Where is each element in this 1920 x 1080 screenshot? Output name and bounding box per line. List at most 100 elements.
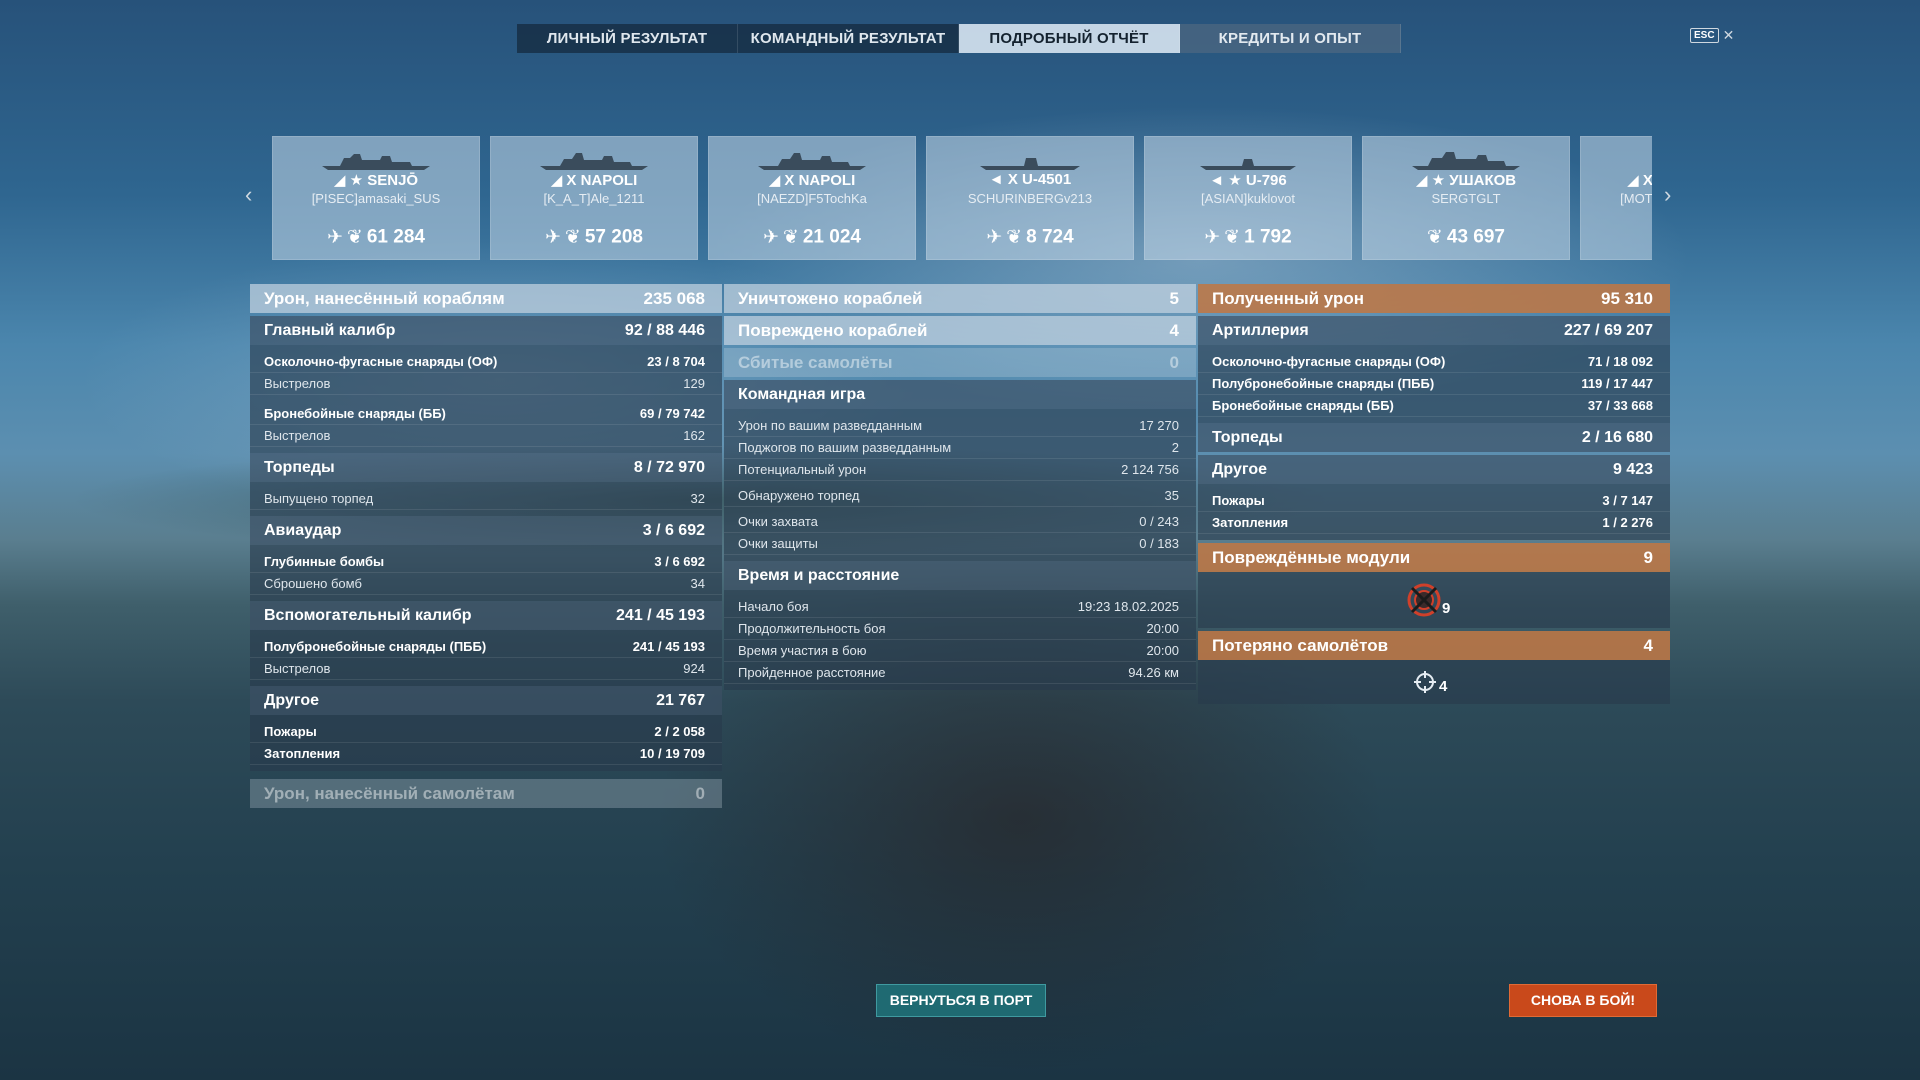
ship-silhouette-icon <box>540 153 648 170</box>
ship-class-icon: ◢ ★ <box>1415 172 1450 189</box>
ship-silhouette-icon <box>1200 159 1296 170</box>
spotting-fires-row: Поджогов по вашим разведданным 2 <box>724 437 1196 459</box>
planes-lost-box: 4 <box>1198 660 1670 704</box>
he-shots-row: Выстрелов 129 <box>250 373 722 395</box>
artillery-rows: Осколочно-фугасные снаряды (ОФ) 71 / 18 0… <box>1198 345 1670 423</box>
damage-received-panel: Полученный урон 95 310 Артиллерия 227 / 69… <box>1198 284 1670 704</box>
ship-card[interactable]: ◄ X U-4501 SCHURINBERGv213 ✈ ❦ 8 724 <box>926 136 1134 260</box>
time-distance-header: Время и расстояние <box>724 561 1196 590</box>
ship-score: ❦ 43 697 <box>1426 226 1506 248</box>
tab-team-result[interactable]: КОМАНДНЫЙ РЕЗУЛЬТАТ <box>738 24 959 53</box>
ship-score: ✈ ❦ 8 724 <box>986 226 1074 248</box>
ship-silhouette-icon <box>758 153 866 170</box>
floods-row: Затопления 10 / 19 709 <box>250 743 722 765</box>
laurel-icon: ❦ <box>782 227 799 248</box>
ap-received-row: Бронебойные снаряды (ББ) 37 / 33 668 <box>1198 395 1670 417</box>
tab-credits-xp[interactable]: КРЕДИТЫ И ОПЫТ <box>1180 24 1401 53</box>
ship-silhouette-icon <box>1412 152 1520 170</box>
player-name: [MOT4 <box>1620 191 1652 206</box>
ship-name: ◄ ★ U-796 <box>1209 172 1287 189</box>
ship-class-icon: ◄ <box>988 171 1008 188</box>
plane-icon: ✈ <box>327 227 343 248</box>
defense-points-row: Очки защиты 0 / 183 <box>724 533 1196 555</box>
ship-name: ◄ X U-4501 <box>988 171 1072 188</box>
planes-lost-header: Потеряно самолётов 4 <box>1198 631 1670 660</box>
close-control[interactable]: ESC ✕ <box>1690 27 1734 44</box>
module-count: 9 <box>1442 600 1451 617</box>
other-received-rows: Пожары 3 / 7 147 Затопления 1 / 2 276 <box>1198 484 1670 540</box>
tab-personal-result[interactable]: ЛИЧНЫЙ РЕЗУЛЬТАТ <box>517 24 738 53</box>
damaged-modules-box: 9 <box>1198 572 1670 628</box>
torpedoes-fired-row: Выпущено торпед 32 <box>250 488 722 510</box>
torpedoes-received-header: Торпеды 2 / 16 680 <box>1198 423 1670 452</box>
battle-again-button[interactable]: СНОВА В БОЙ! <box>1509 984 1657 1017</box>
tab-detailed-report[interactable]: ПОДРОБНЫЙ ОТЧЁТ <box>959 24 1180 53</box>
ship-score: ✈ ❦ 21 024 <box>763 226 861 248</box>
main-caliber-rows: Осколочно-фугасные снаряды (ОФ) 23 / 8 70… <box>250 345 722 453</box>
player-name: [K_A_T]Ale_1211 <box>543 191 645 206</box>
team-play-rows: Урон по вашим разведданным 17 270 Поджого… <box>724 409 1196 561</box>
distance-row: Пройденное расстояние 94.26 км <box>724 662 1196 684</box>
carousel-next-icon[interactable]: › <box>1664 182 1671 208</box>
capture-points-row: Очки захвата 0 / 243 <box>724 511 1196 533</box>
he-received-row: Осколочно-фугасные снаряды (ОФ) 71 / 18 0… <box>1198 351 1670 373</box>
return-to-port-button[interactable]: ВЕРНУТЬСЯ В ПОРТ <box>876 984 1046 1017</box>
received-damage-header: Полученный урон 95 310 <box>1198 284 1670 313</box>
depth-charges-row: Глубинные бомбы 3 / 6 692 <box>250 551 722 573</box>
ship-name: ◢ ★ УШАКОВ <box>1415 172 1517 189</box>
laurel-icon: ❦ <box>1224 227 1241 248</box>
plane-icon: ✈ <box>1204 227 1221 248</box>
time-distance-rows: Начало боя 19:23 18.02.2025 Продолжительн… <box>724 590 1196 690</box>
laurel-icon: ❦ <box>1426 227 1443 248</box>
destroyed-ships-header: Уничтожено кораблей 5 <box>724 284 1196 313</box>
ship-class-icon: ◢ <box>550 172 567 189</box>
potential-damage-row: Потенциальный урон 2 124 756 <box>724 459 1196 481</box>
plane-icon: ✈ <box>763 227 779 248</box>
ship-card[interactable]: ◄ ★ U-796 [ASIAN]kuklovot ✈ ❦ 1 792 <box>1144 136 1352 260</box>
player-name: [NAEZD]F5TochKa <box>757 191 867 206</box>
other-header: Другое 21 767 <box>250 686 722 715</box>
planes-lost-count: 4 <box>1439 678 1448 695</box>
ship-score: ✈ ❦ 1 792 <box>1204 226 1292 248</box>
battle-duration-row: Продолжительность боя 20:00 <box>724 618 1196 640</box>
ship-carousel: ◢ ★ SENJŌ [PISEC]amasaki_SUS ✈ ❦ 61 284 ◢ … <box>272 136 1652 260</box>
bombs-dropped-row: Сброшено бомб 34 <box>250 573 722 595</box>
ship-name: ◢ X <box>1627 172 1652 189</box>
ap-shots-row: Выстрелов 162 <box>250 425 722 447</box>
ship-name: ◢ X NAPOLI <box>768 172 856 189</box>
ship-card[interactable]: ◢ X NAPOLI [NAEZD]F5TochKa ✈ ❦ 21 024 <box>708 136 916 260</box>
damage-ships-header: Урон, нанесённый кораблям 235 068 <box>250 284 722 313</box>
ship-class-icon: ◢ <box>1627 172 1643 189</box>
ship-card[interactable]: ◢ X NAPOLI [K_A_T]Ale_1211 ✈ ❦ 57 208 <box>490 136 698 260</box>
carousel-prev-icon[interactable]: ‹ <box>245 182 252 208</box>
ship-silhouette-icon <box>322 154 430 170</box>
esc-key-badge: ESC <box>1690 28 1719 43</box>
sap-row: Полубронебойные снаряды (ПББ) 241 / 45 19… <box>250 636 722 658</box>
close-icon[interactable]: ✕ <box>1723 27 1735 44</box>
damaged-ships-header: Повреждено кораблей 4 <box>724 316 1196 345</box>
result-tabs: ЛИЧНЫЙ РЕЗУЛЬТАТ КОМАНДНЫЙ РЕЗУЛЬТАТ ПОД… <box>517 24 1401 53</box>
damage-dealt-panel: Урон, нанесённый кораблям 235 068 Главный… <box>250 284 722 808</box>
player-name: [ASIAN]kuklovot <box>1201 191 1295 206</box>
ship-class-icon: ◢ ★ <box>333 172 368 189</box>
ap-row: Бронебойные снаряды (ББ) 69 / 79 742 <box>250 403 722 425</box>
sap-received-row: Полубронебойные снаряды (ПББ) 119 / 17 44… <box>1198 373 1670 395</box>
ship-card[interactable]: ◢ X [MOT4 <box>1580 136 1652 260</box>
ship-card[interactable]: ◢ ★ SENJŌ [PISEC]amasaki_SUS ✈ ❦ 61 284 <box>272 136 480 260</box>
player-name: SCHURINBERGv213 <box>967 191 1093 206</box>
ship-card[interactable]: ◢ ★ УШАКОВ SERGTGLT ❦ 43 697 <box>1362 136 1570 260</box>
plane-icon: ✈ <box>986 227 1003 248</box>
floods-received-row: Затопления 1 / 2 276 <box>1198 512 1670 534</box>
secondary-shots-row: Выстрелов 924 <box>250 658 722 680</box>
spotting-damage-row: Урон по вашим разведданным 17 270 <box>724 415 1196 437</box>
other-rows: Пожары 2 / 2 058 Затопления 10 / 19 709 <box>250 715 722 771</box>
crosshair-icon <box>1414 671 1436 693</box>
plane-icon: ✈ <box>545 227 561 248</box>
secondary-rows: Полубронебойные снаряды (ПББ) 241 / 45 19… <box>250 630 722 686</box>
ship-score: ✈ ❦ 61 284 <box>327 226 425 248</box>
he-row: Осколочно-фугасные снаряды (ОФ) 23 / 8 70… <box>250 351 722 373</box>
team-play-header: Командная игра <box>724 380 1196 409</box>
ship-name: ◢ ★ SENJŌ <box>333 172 419 189</box>
damaged-modules-header: Повреждённые модули 9 <box>1198 543 1670 572</box>
player-name: [PISEC]amasaki_SUS <box>311 191 441 206</box>
